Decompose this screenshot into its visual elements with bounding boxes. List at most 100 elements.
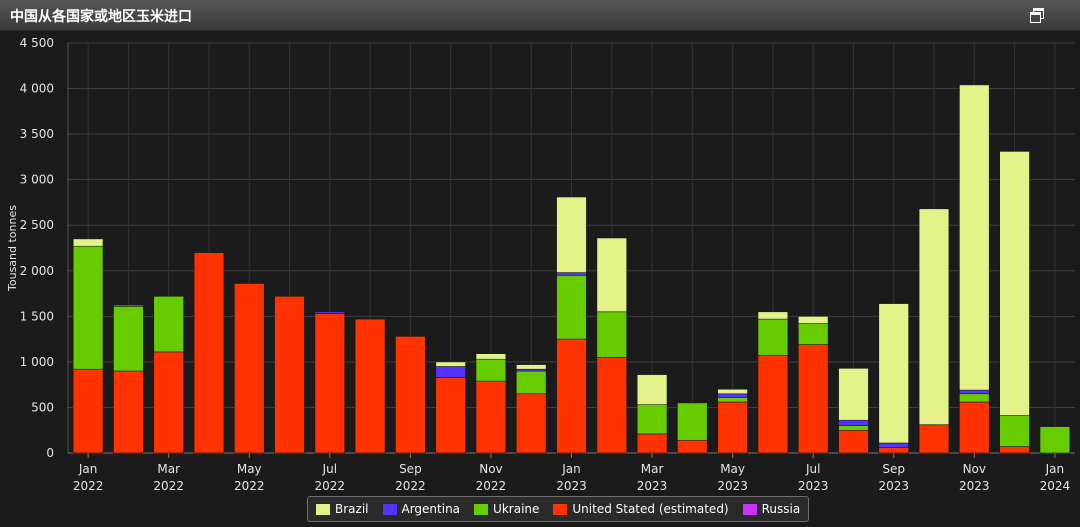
bar-segment [918,424,950,454]
x-tick-month: Sep [882,462,905,476]
bar-segment [999,446,1030,454]
bar-segment [193,252,225,454]
y-tick-label: 4 000 [20,82,54,96]
x-tick-year: 2023 [556,479,587,493]
bar-segment [636,433,668,454]
bar-segment [72,245,104,370]
x-tick-month: Jan [1045,462,1065,476]
y-tick-label: 2 000 [20,264,54,278]
x-tick-year: 2022 [395,479,426,493]
title-bar: 中国从各国家或地区玉米进口 [0,0,1080,31]
legend-swatch [382,503,397,515]
legend-item[interactable]: United Stated (estimated) [553,502,729,516]
bar-segment [274,295,305,454]
restore-window-icon[interactable] [1030,8,1044,23]
y-tick-label: 3 000 [20,173,54,187]
bar-segment [556,275,587,340]
bar-segment [113,305,144,372]
legend-item[interactable]: Russia [742,502,801,516]
chart-title: 中国从各国家或地区玉米进口 [10,9,192,25]
bar-segment [959,393,990,403]
bar-segment [113,305,144,307]
x-tick-year: 2022 [73,479,104,493]
bar-segment [556,196,587,273]
x-tick-month: May [720,462,745,476]
bar-segment [475,358,507,382]
legend-label: United Stated (estimated) [572,502,729,516]
bar-segment [636,374,668,406]
bar-segment [314,311,345,314]
bar-segment [515,393,547,454]
bar-segment [959,389,990,395]
bar-segment [757,318,789,356]
y-tick-label: 1 500 [20,309,54,323]
bar-segment [556,272,587,276]
x-tick-year: 2023 [878,479,909,493]
bar-segment [797,323,829,345]
bar-segment [878,447,909,454]
x-tick-year: 2022 [476,479,507,493]
bar-segment [838,429,869,454]
x-tick-month: Nov [963,462,986,476]
x-tick-month: Mar [157,462,180,476]
bar-segment [717,397,748,403]
bar-segment [797,344,829,454]
bar-segment [1039,426,1071,454]
bar-segment [153,295,184,353]
bar-segment [918,208,950,425]
x-tick-year: 2023 [959,479,990,493]
y-axis-title: Tousand tonnes [6,205,19,292]
bar-segment [72,368,104,454]
bar-segment [717,388,748,395]
bar-segment [596,237,628,313]
legend-swatch [474,503,489,515]
bar-segment [838,367,869,421]
bar-segment [677,402,708,441]
bar-segment [475,380,507,454]
legend-item[interactable]: Ukraine [474,502,539,516]
bar-segment [515,370,547,395]
y-tick-label: 500 [31,400,54,414]
x-tick-year: 2024 [1040,479,1071,493]
bar-segment [72,238,104,247]
x-tick-year: 2022 [315,479,346,493]
bar-segment [999,415,1030,447]
x-tick-year: 2023 [717,479,748,493]
legend-label: Argentina [401,502,461,516]
x-tick-year: 2023 [798,479,829,493]
bar-segment [838,419,869,427]
bar-segment [234,283,265,454]
x-tick-month: May [237,462,262,476]
legend-swatch [553,503,568,515]
legend-label: Russia [761,502,801,516]
legend-swatch [316,503,330,515]
legend-item[interactable]: Brazil [316,502,369,516]
legend-label: Ukraine [493,502,540,516]
x-tick-year: 2023 [637,479,668,493]
x-tick-year: 2022 [234,479,265,493]
bar-chart: 0 500 1 000 1 500 2 000 2 500 3 000 3 500 4 000 4… [6,36,1075,493]
x-tick-month: Nov [479,462,502,476]
bar-segment [395,336,426,454]
bar-segment [878,303,909,444]
y-tick-label: 2 500 [20,218,54,232]
bar-segment [959,401,990,454]
chart-window: 中国从各国家或地区玉米进口 0 500 1 000 1 500 2 000 2 500 3 … [0,0,1080,527]
y-tick-label: 4 500 [20,36,54,50]
bar-segment [838,425,869,431]
bar-segment [596,311,628,358]
bar-segment [515,364,547,370]
bar-segment [959,84,990,391]
legend-item[interactable]: Argentina [382,502,461,516]
x-tick-year: 2022 [153,479,184,493]
bar-segment [556,338,587,454]
x-tick-month: Mar [641,462,664,476]
x-tick-month: Jul [805,462,820,476]
bar-segment [153,351,184,454]
y-tick-label: 3 500 [20,127,54,141]
bar-segment [757,311,789,320]
chart-legend: Brazil Argentina Ukraine United Stated (est… [307,496,810,522]
bar-segment [354,318,386,454]
legend-label: Brazil [335,502,369,516]
bar-segment [717,393,748,398]
